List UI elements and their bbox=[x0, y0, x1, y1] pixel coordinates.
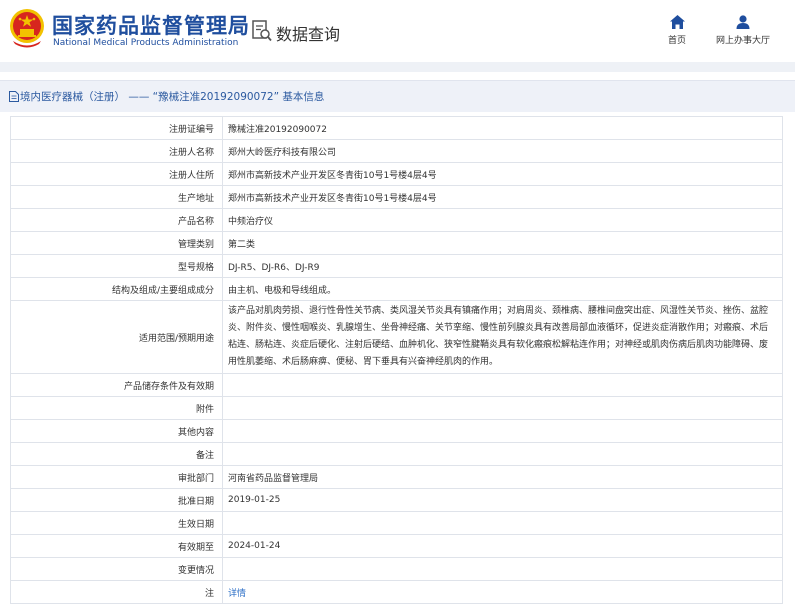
field-label: 批准日期 bbox=[10, 488, 223, 512]
table-row: 生效日期 bbox=[10, 511, 783, 535]
table-row: 其他内容 bbox=[10, 419, 783, 443]
field-label: 附件 bbox=[10, 396, 223, 420]
field-value: 郑州市高新技术产业开发区冬青街10号1号楼4层4号 bbox=[222, 162, 783, 186]
home-icon bbox=[669, 15, 685, 29]
nav-home[interactable]: 首页 bbox=[660, 15, 694, 46]
site-header: 国家药品监督管理局 National Medical Products Admi… bbox=[0, 0, 795, 62]
field-label: 注册人名称 bbox=[10, 139, 223, 163]
table-row: 生产地址 郑州市高新技术产业开发区冬青街10号1号楼4层4号 bbox=[10, 185, 783, 209]
field-label: 注册证编号 bbox=[10, 116, 223, 140]
field-value bbox=[222, 557, 783, 581]
field-value: 郑州市高新技术产业开发区冬青街10号1号楼4层4号 bbox=[222, 185, 783, 209]
field-label: 其他内容 bbox=[10, 419, 223, 443]
field-label: 注册人住所 bbox=[10, 162, 223, 186]
table-row: 注册证编号 豫械注准20192090072 bbox=[10, 116, 783, 140]
document-icon bbox=[9, 91, 19, 102]
field-label: 管理类别 bbox=[10, 231, 223, 255]
table-row: 管理类别 第二类 bbox=[10, 231, 783, 255]
field-value bbox=[222, 442, 783, 466]
field-value bbox=[222, 511, 783, 535]
field-label: 产品名称 bbox=[10, 208, 223, 232]
table-row: 注详情 bbox=[10, 580, 783, 604]
field-label: 适用范围/预期用途 bbox=[10, 300, 223, 374]
table-row: 备注 bbox=[10, 442, 783, 466]
field-label: 注 bbox=[10, 580, 223, 604]
field-label: 型号规格 bbox=[10, 254, 223, 278]
field-value: 由主机、电极和导线组成。 bbox=[222, 277, 783, 301]
table-row: 注册人名称 郑州大岭医疗科技有限公司 bbox=[10, 139, 783, 163]
nav-hall-label: 网上办事大厅 bbox=[715, 36, 770, 46]
org-name-cn: 国家药品监督管理局 bbox=[52, 14, 250, 38]
field-value: 豫械注准20192090072 bbox=[222, 116, 783, 140]
field-value bbox=[222, 419, 783, 443]
field-value: 中频治疗仪 bbox=[222, 208, 783, 232]
header-divider-band bbox=[0, 62, 795, 72]
field-value: DJ-R5、DJ-R6、DJ-R9 bbox=[222, 254, 783, 278]
national-emblem-icon bbox=[10, 9, 44, 48]
field-value bbox=[222, 373, 783, 397]
details-link[interactable]: 详情 bbox=[228, 589, 246, 599]
table-row: 产品储存条件及有效期 bbox=[10, 373, 783, 397]
breadcrumb: 境内医疗器械（注册） —— “豫械注准20192090072” 基本信息 bbox=[0, 80, 795, 112]
table-row: 注册人住所 郑州市高新技术产业开发区冬青街10号1号楼4层4号 bbox=[10, 162, 783, 186]
table-row: 型号规格 DJ-R5、DJ-R6、DJ-R9 bbox=[10, 254, 783, 278]
field-value: 郑州大岭医疗科技有限公司 bbox=[222, 139, 783, 163]
field-label: 生效日期 bbox=[10, 511, 223, 535]
field-value: 河南省药品监督管理局 bbox=[222, 465, 783, 489]
table-row: 审批部门 河南省药品监督管理局 bbox=[10, 465, 783, 489]
user-icon bbox=[736, 15, 750, 29]
table-row: 附件 bbox=[10, 396, 783, 420]
table-row: 适用范围/预期用途 该产品对肌肉劳损、退行性骨性关节病、类风湿关节炎具有镇痛作用；… bbox=[10, 300, 783, 374]
field-value: 该产品对肌肉劳损、退行性骨性关节病、类风湿关节炎具有镇痛作用；对肩周炎、颈椎病、… bbox=[222, 300, 783, 374]
table-row: 批准日期 2019-01-25 bbox=[10, 488, 783, 512]
field-value: 2024-01-24 bbox=[222, 534, 783, 558]
field-value: 详情 bbox=[222, 580, 783, 604]
breadcrumb-text: 境内医疗器械（注册） —— “豫械注准20192090072” 基本信息 bbox=[20, 91, 325, 103]
org-name-en: National Medical Products Administration bbox=[53, 38, 239, 48]
table-row: 产品名称 中频治疗仪 bbox=[10, 208, 783, 232]
field-label: 结构及组成/主要组成成分 bbox=[10, 277, 223, 301]
nav-home-label: 首页 bbox=[667, 36, 686, 46]
field-value: 2019-01-25 bbox=[222, 488, 783, 512]
field-label: 变更情况 bbox=[10, 557, 223, 581]
field-value: 第二类 bbox=[222, 231, 783, 255]
field-value bbox=[222, 396, 783, 420]
registration-detail-table: 注册证编号 豫械注准20192090072 注册人名称 郑州大岭医疗科技有限公司 注册人… bbox=[10, 116, 783, 604]
field-label: 生产地址 bbox=[10, 185, 223, 209]
section-title: 数据查询 bbox=[276, 25, 341, 44]
nav-online-service-hall[interactable]: 网上办事大厅 bbox=[708, 15, 778, 46]
table-row: 结构及组成/主要组成成分 由主机、电极和导线组成。 bbox=[10, 277, 783, 301]
table-row: 有效期至 2024-01-24 bbox=[10, 534, 783, 558]
field-label: 产品储存条件及有效期 bbox=[10, 373, 223, 397]
data-query-icon bbox=[252, 20, 272, 42]
field-label: 有效期至 bbox=[10, 534, 223, 558]
field-label: 审批部门 bbox=[10, 465, 223, 489]
table-row: 变更情况 bbox=[10, 557, 783, 581]
field-label: 备注 bbox=[10, 442, 223, 466]
